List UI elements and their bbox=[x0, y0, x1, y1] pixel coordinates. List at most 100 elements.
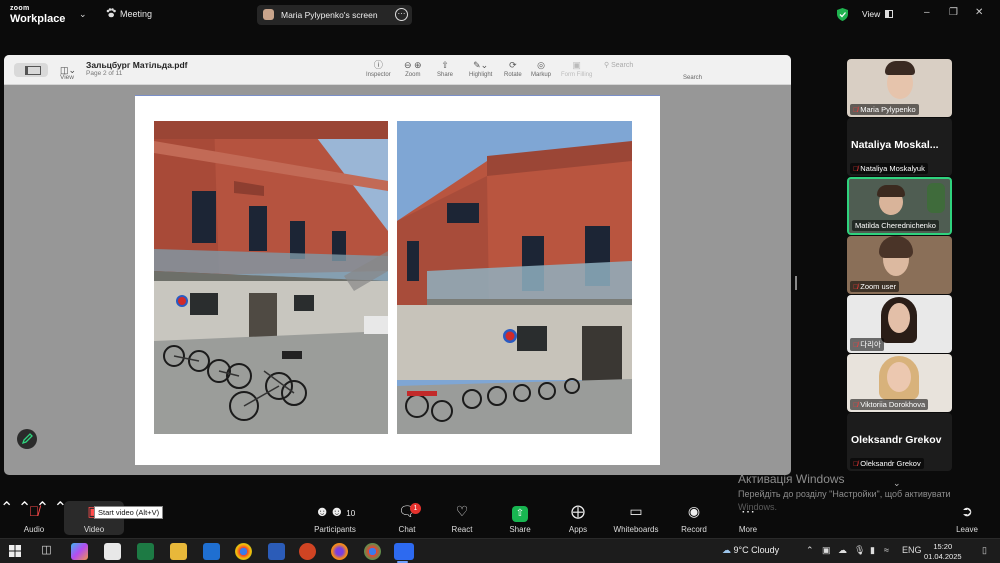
meeting-info-button[interactable]: Meeting bbox=[106, 8, 152, 19]
more-icon: ⋯ bbox=[741, 503, 755, 519]
outlook-icon[interactable] bbox=[203, 543, 220, 560]
search-input[interactable]: ⚲ Search bbox=[604, 61, 694, 72]
audio-button[interactable]: 🎙̸ Audio bbox=[4, 501, 64, 534]
tray-chevron-icon[interactable]: ⌃ bbox=[806, 545, 814, 556]
annotate-pen-icon[interactable] bbox=[16, 428, 38, 450]
participants-button[interactable]: ☻☻ 10 Participants bbox=[305, 501, 365, 534]
share-label: Share bbox=[509, 525, 531, 534]
participant-name-text: 다리아 bbox=[860, 340, 881, 349]
tray-app-icon[interactable]: ▣ bbox=[822, 545, 831, 556]
participant-tile-nataliya[interactable]: Nataliya Moskal... 🎙̸ Nataliya Moskalyuk bbox=[847, 118, 952, 176]
chat-icon: 🗨 bbox=[398, 503, 416, 519]
record-button[interactable]: ◉ Record bbox=[664, 501, 724, 534]
rotate-button[interactable]: ⟳ Rotate bbox=[504, 59, 522, 78]
shield-icon[interactable] bbox=[837, 8, 848, 21]
share-screen-button[interactable]: ⇧ Share bbox=[490, 501, 550, 534]
chat-button[interactable]: 🗨 Chat bbox=[377, 501, 437, 534]
preview-toolbar: ◫⌄ View Зальцбург Матільда.pdf Page 2 of… bbox=[4, 55, 791, 85]
participant-name-text: Zoom user bbox=[860, 282, 897, 291]
participants-label: Participants bbox=[314, 525, 356, 534]
weather-widget[interactable]: ☁ 9°C Cloudy bbox=[722, 545, 779, 556]
building-photo-right bbox=[397, 121, 632, 434]
firefox-icon[interactable] bbox=[331, 543, 348, 560]
leave-button[interactable]: ➲ Leave bbox=[937, 501, 997, 534]
building-photo-left-image bbox=[154, 121, 388, 434]
language-indicator[interactable]: ENG bbox=[902, 545, 922, 555]
battery-icon[interactable]: ▮ bbox=[870, 545, 875, 556]
participant-tile-zoom-user[interactable]: 🎙̸ Zoom user bbox=[847, 236, 952, 294]
windows-start-icon[interactable] bbox=[9, 545, 21, 557]
leave-icon: ➲ bbox=[961, 503, 973, 519]
zoom-label: Zoom bbox=[405, 72, 421, 78]
participant-tile-oleksandr[interactable]: Oleksandr Grekov 🎙̸ Oleksandr Grekov bbox=[847, 413, 952, 471]
mic-muted-icon: 🎙̸ bbox=[853, 342, 859, 349]
meeting-label: Meeting bbox=[120, 9, 153, 19]
view-button[interactable]: View bbox=[862, 9, 894, 19]
inspector-button[interactable]: ⓘ Inspector bbox=[366, 59, 391, 78]
participant-tile-viktoriia[interactable]: 🎙̸ Viktoriia Dorokhova bbox=[847, 354, 952, 412]
mic-muted-icon: 🎙̸ bbox=[853, 284, 859, 291]
panel-resize-handle[interactable] bbox=[795, 276, 797, 290]
view-menu-button[interactable]: ◫⌄ View bbox=[60, 60, 76, 81]
copilot-icon[interactable] bbox=[71, 543, 88, 560]
view-label: View bbox=[862, 9, 881, 19]
zoom-taskbar-icon[interactable] bbox=[394, 543, 414, 563]
participant-tile-daria[interactable]: 🎙̸ 다리아 bbox=[847, 295, 952, 353]
participant-name: 🎙̸ 다리아 bbox=[850, 338, 884, 351]
participant-tile-maria[interactable]: 🎙̸ Maria Pylypenko bbox=[847, 59, 952, 117]
powerpoint-icon[interactable] bbox=[299, 543, 316, 560]
more-options-icon[interactable]: ⋯ bbox=[395, 8, 408, 21]
chrome-icon[interactable] bbox=[235, 543, 252, 560]
onedrive-icon[interactable]: ☁ bbox=[838, 545, 847, 556]
highlight-button[interactable]: ✎⌄ Highlight bbox=[469, 59, 492, 78]
zoom-logo-large: Workplace bbox=[10, 13, 66, 25]
close-icon[interactable]: ✕ bbox=[975, 7, 983, 18]
participant-video bbox=[887, 362, 911, 392]
participant-name: Matilda Cherednichenko bbox=[852, 220, 939, 231]
document-title: Зальцбург Матільда.pdf bbox=[86, 60, 188, 70]
share-doc-button[interactable]: ⇧ Share bbox=[437, 59, 453, 78]
heart-icon: ♡ bbox=[455, 503, 469, 519]
rotate-icon: ⟳ bbox=[509, 60, 517, 70]
whiteboards-button[interactable]: ▭ Whiteboards bbox=[606, 501, 666, 534]
react-button[interactable]: ♡ React bbox=[432, 501, 492, 534]
more-button[interactable]: ⋯ More bbox=[718, 501, 778, 534]
participant-name: 🎙̸ Maria Pylypenko bbox=[850, 104, 919, 115]
shared-screen: ◫⌄ View Зальцбург Матільда.pdf Page 2 of… bbox=[4, 55, 791, 475]
sidebar-toggle-icon[interactable] bbox=[14, 63, 48, 77]
taskbar-clock[interactable]: 15:20 01.04.2025 bbox=[924, 542, 962, 562]
minimize-icon[interactable]: – bbox=[924, 7, 930, 18]
participant-video bbox=[888, 303, 910, 333]
mic-muted-icon: 🎙̸ bbox=[853, 107, 859, 114]
clock-date: 01.04.2025 bbox=[924, 552, 962, 561]
participant-name-text: Matilda Cherednichenko bbox=[855, 221, 936, 230]
store-icon[interactable] bbox=[104, 543, 121, 560]
video-tooltip: Start video (Alt+V) bbox=[94, 506, 164, 519]
screen-share-pill[interactable]: Maria Pylypenko's screen ⋯ bbox=[257, 5, 412, 25]
wifi-icon[interactable]: ≈ bbox=[884, 545, 889, 555]
building-photo-left bbox=[154, 121, 388, 434]
gallery-chevron-down-icon[interactable]: ⌄ bbox=[893, 478, 901, 489]
participant-tile-matilda[interactable]: Matilda Cherednichenko bbox=[847, 177, 952, 235]
chevron-down-icon[interactable]: ⌄ bbox=[79, 9, 87, 20]
video-label: Video bbox=[83, 525, 105, 534]
markup-button[interactable]: ◎ Markup bbox=[531, 59, 551, 78]
chat-label: Chat bbox=[398, 525, 416, 534]
microphone-icon[interactable]: 🎙 bbox=[854, 545, 865, 556]
participant-name-text: Viktoriia Dorokhova bbox=[860, 400, 926, 409]
chrome-profile-icon[interactable] bbox=[364, 543, 381, 560]
apps-button[interactable]: ⨁ Apps bbox=[548, 501, 608, 534]
notifications-icon[interactable]: ▯ bbox=[982, 545, 987, 556]
file-explorer-icon[interactable] bbox=[170, 543, 187, 560]
highlight-label: Highlight bbox=[469, 72, 493, 78]
task-view-icon[interactable]: ◫ bbox=[38, 543, 55, 560]
paw-icon bbox=[106, 8, 116, 18]
participant-hair bbox=[877, 185, 905, 197]
restore-icon[interactable]: ❐ bbox=[949, 7, 958, 18]
word-icon[interactable] bbox=[268, 543, 285, 560]
zoom-button[interactable]: ⊖ ⊕ Zoom bbox=[404, 59, 422, 78]
share-icon: ⇧ bbox=[441, 60, 449, 70]
excel-icon[interactable] bbox=[137, 543, 154, 560]
form-filling-button[interactable]: ▣ Form Filling bbox=[561, 59, 592, 78]
mic-muted-icon: 🎙̸ bbox=[853, 166, 859, 173]
